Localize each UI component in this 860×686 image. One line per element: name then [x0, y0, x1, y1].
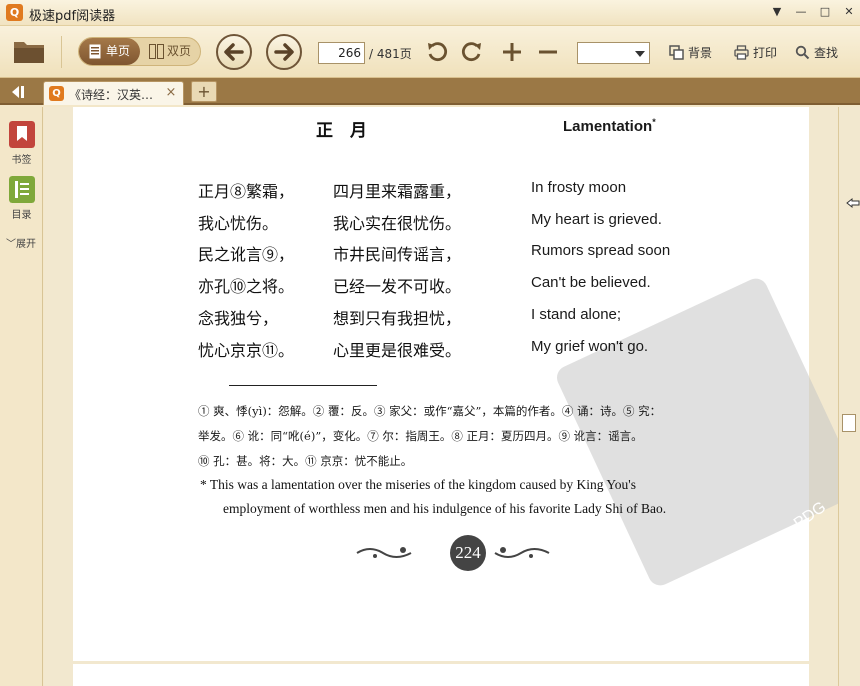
double-page-icon	[149, 44, 164, 59]
maximize-button[interactable]: □	[814, 3, 836, 21]
poem-title-cn: 正 月	[316, 121, 367, 141]
poem-line-en: Can't be believed.	[531, 274, 651, 291]
pdf-next-page	[73, 664, 809, 686]
minus-icon	[539, 50, 557, 54]
rotate-left-button[interactable]	[425, 40, 449, 64]
arrow-left-icon	[224, 43, 244, 61]
toc-label: 目录	[11, 210, 32, 221]
rotate-right-button[interactable]	[460, 40, 484, 64]
open-file-button[interactable]	[12, 37, 46, 65]
zoom-in-button[interactable]	[500, 40, 524, 64]
search-icon	[795, 45, 810, 60]
poem-line-cn-orig: 亦孔⑩之将。	[198, 277, 295, 296]
ornament-right-icon	[494, 547, 550, 558]
bookmarks-label: 书签	[11, 155, 32, 166]
poem-line-en: Rumors spread soon	[531, 242, 671, 259]
tab-bar: Q 《诗经：汉英… × +	[0, 78, 860, 105]
print-button[interactable]: 打印	[734, 44, 777, 62]
poem-line-cn-orig: 民之讹言⑨，	[198, 245, 295, 264]
double-page-button[interactable]: 双页	[143, 38, 201, 65]
poem-line-cn-trans: 市井民间传谣言，	[333, 245, 462, 264]
poem-line-cn-trans: 已经一发不可收。	[333, 277, 462, 296]
rotate-cw-icon	[461, 42, 481, 62]
document-tab[interactable]: Q 《诗经：汉英… ×	[43, 81, 184, 105]
poem-line-cn-trans: 心里更是很难受。	[333, 341, 462, 360]
bookmarks-panel-button[interactable]: 书签	[0, 121, 43, 166]
bookmark-icon	[8, 121, 35, 148]
poem-line-cn-orig: 忧心京京⑪。	[198, 341, 295, 360]
minimize-button[interactable]: —	[790, 3, 812, 21]
page-number-input[interactable]: 266	[318, 42, 365, 64]
poem-line-en: My heart is grieved.	[531, 211, 662, 228]
plus-icon	[503, 43, 521, 61]
toolbar-separator	[61, 36, 62, 68]
background-icon	[669, 45, 684, 60]
annotation-line: ① 爽、悸(yì)：怨解。② 覆：反。③ 家父：或作“嘉父”，本篇的作者。④ 诵…	[198, 404, 662, 418]
page-number-badge: 224	[450, 535, 486, 571]
view-mode-toggle: 单页 双页	[78, 37, 201, 66]
double-page-label: 双页	[167, 44, 192, 58]
expand-sidebar-button[interactable]: ﹀展开	[6, 235, 36, 250]
cursor-icon	[846, 197, 860, 209]
arrow-right-icon	[274, 43, 294, 61]
poem-line-cn-orig: 念我独兮，	[198, 309, 279, 328]
total-pages-label: / 481页	[369, 47, 412, 61]
background-button[interactable]: 背景	[669, 44, 712, 62]
poem-line-cn-orig: 正月⑧繁霜，	[198, 182, 295, 201]
annotation-line: ⑩ 孔：甚。将：大。⑪ 京京：忧不能止。	[198, 454, 413, 468]
zoom-select[interactable]	[577, 42, 650, 64]
toc-panel-button[interactable]: 目录	[0, 176, 43, 221]
menu-dropdown-button[interactable]: ▼	[766, 3, 788, 21]
expand-label: 展开	[16, 239, 36, 250]
footnote-divider	[229, 385, 377, 386]
document-viewport[interactable]: PDG 正 月 Lamentation* 正月⑧繁霜， 我心忧伤。 民之讹言⑨，…	[44, 107, 838, 686]
single-page-button[interactable]: 单页	[79, 38, 140, 65]
title-bar: Q 极速pdf阅读器 ▼ — □ ✕	[0, 0, 860, 26]
folder-icon	[14, 42, 44, 63]
poem-line-en: My grief won't go.	[531, 338, 649, 355]
next-page-button[interactable]	[266, 34, 302, 70]
window-title: 极速pdf阅读器	[29, 9, 116, 24]
close-window-button[interactable]: ✕	[838, 3, 860, 21]
poem-line-cn-orig: 我心忧伤。	[198, 214, 279, 233]
poem-line-en: I stand alone;	[531, 306, 622, 323]
close-tab-button[interactable]: ×	[164, 85, 178, 100]
find-button[interactable]: 查找	[795, 44, 838, 62]
poem-line-cn-trans: 四月里来霜露重，	[333, 182, 462, 201]
single-page-icon	[89, 44, 101, 59]
single-page-label: 单页	[106, 44, 131, 58]
collapse-sidebar-icon	[12, 86, 24, 98]
poem-line-cn-trans: 我心实在很忧伤。	[333, 214, 462, 233]
poem-line-en: In frosty moon	[531, 179, 627, 196]
tab-title: 《诗经：汉英…	[69, 88, 154, 102]
new-tab-button[interactable]: +	[191, 81, 217, 102]
footnote-line: employment of worthless men and his indu…	[223, 501, 667, 516]
toc-icon	[8, 176, 35, 203]
annotation-line: 举发。⑥ 讹：同“吪(é)”，变化。⑦ 尔：指周王。⑧ 正月：夏历四月。⑨ 讹言…	[198, 429, 643, 443]
poem-title-en: Lamentation*	[563, 117, 656, 135]
zoom-out-button[interactable]	[536, 40, 560, 64]
left-sidebar: 书签 目录 ﹀展开	[0, 107, 43, 686]
vertical-scrollbar[interactable]	[838, 107, 860, 686]
scroll-thumb[interactable]	[842, 414, 856, 432]
toolbar: 单页 双页 266 / 481页 背景 打印 查找	[0, 26, 860, 78]
poem-line-cn-trans: 想到只有我担忧，	[333, 309, 462, 328]
previous-page-button[interactable]	[216, 34, 252, 70]
chevron-down-icon	[635, 51, 645, 57]
printer-icon	[734, 45, 749, 60]
app-logo-icon: Q	[6, 4, 23, 21]
sidebar-toggle-button[interactable]	[6, 82, 34, 102]
rotate-ccw-icon	[428, 42, 448, 62]
footnote-line: * This was a lamentation over the miseri…	[200, 477, 636, 492]
pdf-file-icon: Q	[49, 86, 64, 101]
ornament-left-icon	[356, 547, 412, 558]
chevron-down-icon: ﹀	[6, 239, 16, 250]
pdf-page: PDG 正 月 Lamentation* 正月⑧繁霜， 我心忧伤。 民之讹言⑨，…	[73, 107, 838, 661]
